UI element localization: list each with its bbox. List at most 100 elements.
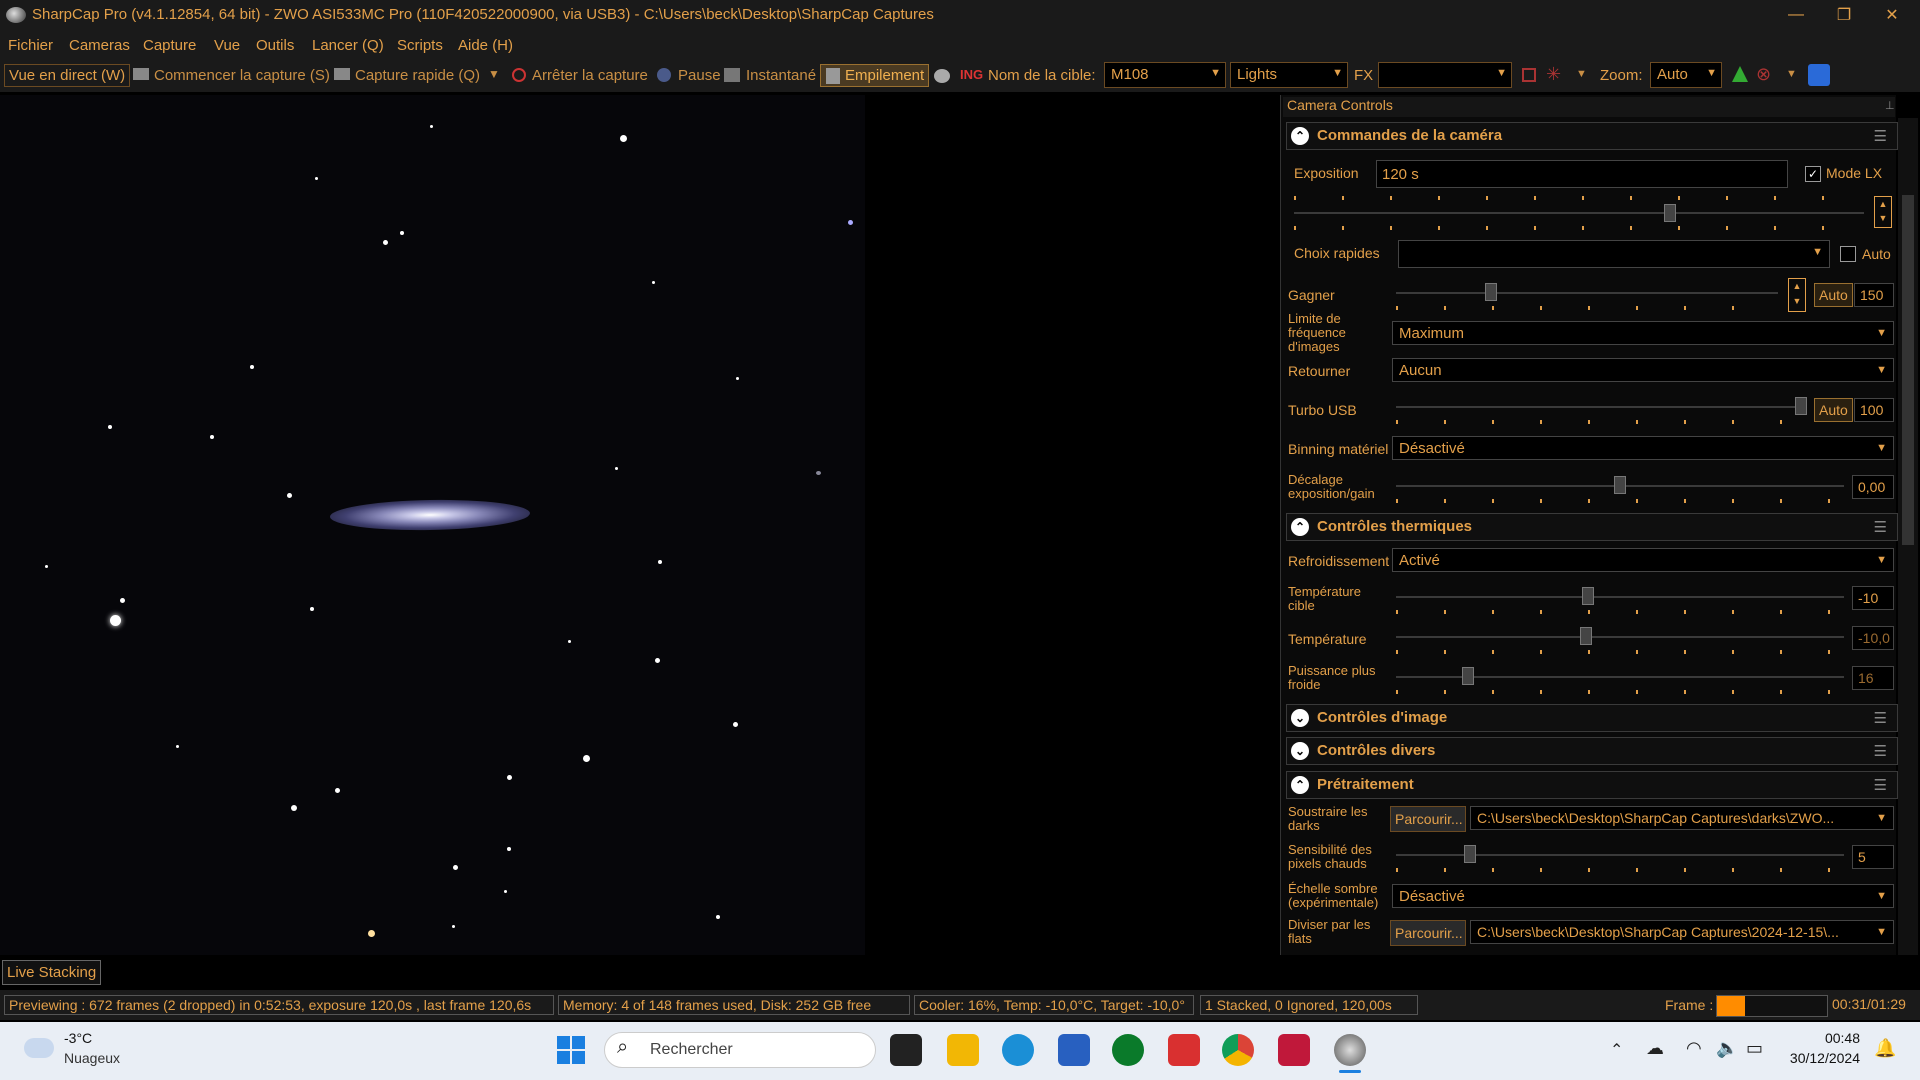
minimize-button[interactable]: — <box>1772 0 1820 30</box>
lx-mode-checkbox[interactable]: ✓ <box>1805 166 1821 182</box>
menu-aide[interactable]: Aide (H) <box>458 37 513 54</box>
exposure-slider-thumb[interactable] <box>1664 204 1676 222</box>
target-temp-slider[interactable] <box>1396 596 1844 598</box>
edge-icon[interactable] <box>1002 1034 1034 1066</box>
onedrive-icon[interactable]: ☁ <box>1646 1038 1664 1059</box>
hamburger-menu-icon[interactable]: ☰ <box>1874 127 1887 145</box>
turbo-usb-value[interactable]: 100 <box>1854 398 1894 422</box>
target-icon[interactable]: ⊗ <box>1756 64 1771 85</box>
hot-pixel-slider-thumb[interactable] <box>1464 845 1476 863</box>
exposure-slider[interactable] <box>1294 212 1864 214</box>
polar-align-icon[interactable] <box>1808 64 1830 86</box>
offset-slider-thumb[interactable] <box>1614 476 1626 494</box>
chevron-down-icon[interactable]: ▼ <box>1786 68 1797 80</box>
sharpcap-taskbar-icon[interactable] <box>1334 1034 1366 1066</box>
gain-stepper[interactable]: ▲ ▼ <box>1788 278 1806 312</box>
collapse-icon[interactable]: ⌃ <box>1291 127 1309 145</box>
menu-vue[interactable]: Vue <box>214 37 240 54</box>
section-camera-controls[interactable]: ⌃ Commandes de la caméra ☰ <box>1286 122 1898 150</box>
target-temp-value[interactable]: -10 <box>1852 586 1894 610</box>
menu-cameras[interactable]: Cameras <box>69 37 130 54</box>
weather-temp[interactable]: -3°C <box>64 1030 92 1046</box>
gain-auto-button[interactable]: Auto <box>1814 283 1853 307</box>
menu-fichier[interactable]: Fichier <box>8 37 53 54</box>
taskbar-search-box[interactable] <box>604 1032 876 1068</box>
menu-scripts[interactable]: Scripts <box>397 37 443 54</box>
quick-capture-button[interactable]: Capture rapide (Q) <box>355 67 480 84</box>
chrome-icon[interactable] <box>1222 1034 1254 1066</box>
hamburger-menu-icon[interactable]: ☰ <box>1874 518 1887 536</box>
gain-slider[interactable] <box>1396 292 1778 294</box>
hamburger-menu-icon[interactable]: ☰ <box>1874 742 1887 760</box>
live-view-button[interactable]: Vue en direct (W) <box>4 64 131 87</box>
turbo-usb-auto-button[interactable]: Auto <box>1814 398 1853 422</box>
chevron-down-icon[interactable]: ▼ <box>1576 68 1587 80</box>
expand-icon[interactable]: ⌄ <box>1291 742 1309 760</box>
file-explorer-icon[interactable] <box>947 1034 979 1066</box>
app-green-icon[interactable] <box>1112 1034 1144 1066</box>
chevron-up-icon[interactable]: ⌃ <box>1610 1040 1623 1060</box>
store-icon[interactable] <box>1058 1034 1090 1066</box>
gain-slider-thumb[interactable] <box>1485 283 1497 301</box>
app-pink-icon[interactable] <box>1278 1034 1310 1066</box>
hamburger-menu-icon[interactable]: ☰ <box>1874 776 1887 794</box>
frame-rate-select[interactable]: Maximum ▼ <box>1392 321 1894 345</box>
hamburger-menu-icon[interactable]: ☰ <box>1874 709 1887 727</box>
windows-start-icon[interactable] <box>557 1036 585 1064</box>
turbo-usb-slider[interactable] <box>1396 406 1806 408</box>
collapse-icon[interactable]: ⌃ <box>1291 776 1309 794</box>
fx-select[interactable]: ▼ <box>1378 62 1512 88</box>
start-capture-button[interactable]: Commencer la capture (S) <box>154 67 330 84</box>
binning-select[interactable]: Désactivé ▼ <box>1392 436 1894 460</box>
collapse-icon[interactable]: ⌃ <box>1291 518 1309 536</box>
crosshair-icon[interactable]: ✳ <box>1546 64 1561 85</box>
snapshot-button[interactable]: Instantané <box>746 67 816 84</box>
section-image-controls[interactable]: ⌄ Contrôles d'image ☰ <box>1286 704 1898 732</box>
flat-browse-button[interactable]: Parcourir... <box>1390 920 1466 946</box>
menu-capture[interactable]: Capture <box>143 37 196 54</box>
stop-capture-button[interactable]: Arrêter la capture <box>532 67 648 84</box>
weather-desc[interactable]: Nuageux <box>64 1050 120 1066</box>
dark-browse-button[interactable]: Parcourir... <box>1390 806 1466 832</box>
task-view-icon[interactable] <box>890 1034 922 1066</box>
turbo-usb-slider-thumb[interactable] <box>1795 397 1807 415</box>
expand-icon[interactable]: ⌄ <box>1291 709 1309 727</box>
hot-pixel-value[interactable]: 5 <box>1852 845 1894 869</box>
frame-type-select[interactable]: Lights ▼ <box>1230 62 1348 88</box>
close-button[interactable]: ✕ <box>1868 0 1916 30</box>
chevron-down-icon[interactable]: ▼ <box>488 67 500 81</box>
zoom-select[interactable]: Auto ▼ <box>1650 62 1722 88</box>
auto-checkbox[interactable] <box>1840 246 1856 262</box>
clock-date[interactable]: 30/12/2024 <box>1780 1050 1860 1066</box>
notification-bell-icon[interactable]: 🔔 <box>1874 1038 1896 1059</box>
wifi-icon[interactable]: ◠ <box>1686 1038 1702 1059</box>
exposure-input[interactable]: 120 s <box>1376 160 1788 188</box>
section-preprocessing[interactable]: ⌃ Prétraitement ☰ <box>1286 771 1898 799</box>
dark-file-select[interactable]: C:\Users\beck\Desktop\SharpCap Captures\… <box>1470 806 1894 830</box>
sphere-icon[interactable] <box>934 69 950 83</box>
box-overlay-icon[interactable] <box>1522 68 1536 82</box>
menu-lancer[interactable]: Lancer (Q) <box>312 37 384 54</box>
volume-icon[interactable]: 🔈 <box>1716 1038 1738 1059</box>
target-temp-slider-thumb[interactable] <box>1582 587 1594 605</box>
histogram-icon[interactable] <box>1732 66 1748 82</box>
section-misc-controls[interactable]: ⌄ Contrôles divers ☰ <box>1286 737 1898 765</box>
cloud-weather-icon[interactable] <box>24 1038 54 1058</box>
target-name-select[interactable]: M108 ▼ <box>1104 62 1226 88</box>
flat-file-select[interactable]: C:\Users\beck\Desktop\SharpCap Captures\… <box>1470 920 1894 944</box>
cooling-select[interactable]: Activé ▼ <box>1392 548 1894 572</box>
offset-value[interactable]: 0,00 <box>1852 475 1894 499</box>
live-stacking-tab[interactable]: Live Stacking <box>2 960 102 985</box>
panel-scrollbar-thumb[interactable] <box>1902 195 1914 545</box>
gain-value[interactable]: 150 <box>1854 283 1894 307</box>
section-thermal-controls[interactable]: ⌃ Contrôles thermiques ☰ <box>1286 513 1898 541</box>
maximize-button[interactable]: ❐ <box>1820 0 1868 30</box>
dark-scale-select[interactable]: Désactivé ▼ <box>1392 884 1894 908</box>
image-viewer[interactable] <box>0 95 865 955</box>
flip-select[interactable]: Aucun ▼ <box>1392 358 1894 382</box>
app-red-icon[interactable] <box>1168 1034 1200 1066</box>
menu-outils[interactable]: Outils <box>256 37 294 54</box>
battery-icon[interactable]: ▭ <box>1746 1038 1763 1059</box>
quick-choice-select[interactable]: ▼ <box>1398 240 1830 268</box>
pause-button[interactable]: Pause <box>678 67 721 84</box>
